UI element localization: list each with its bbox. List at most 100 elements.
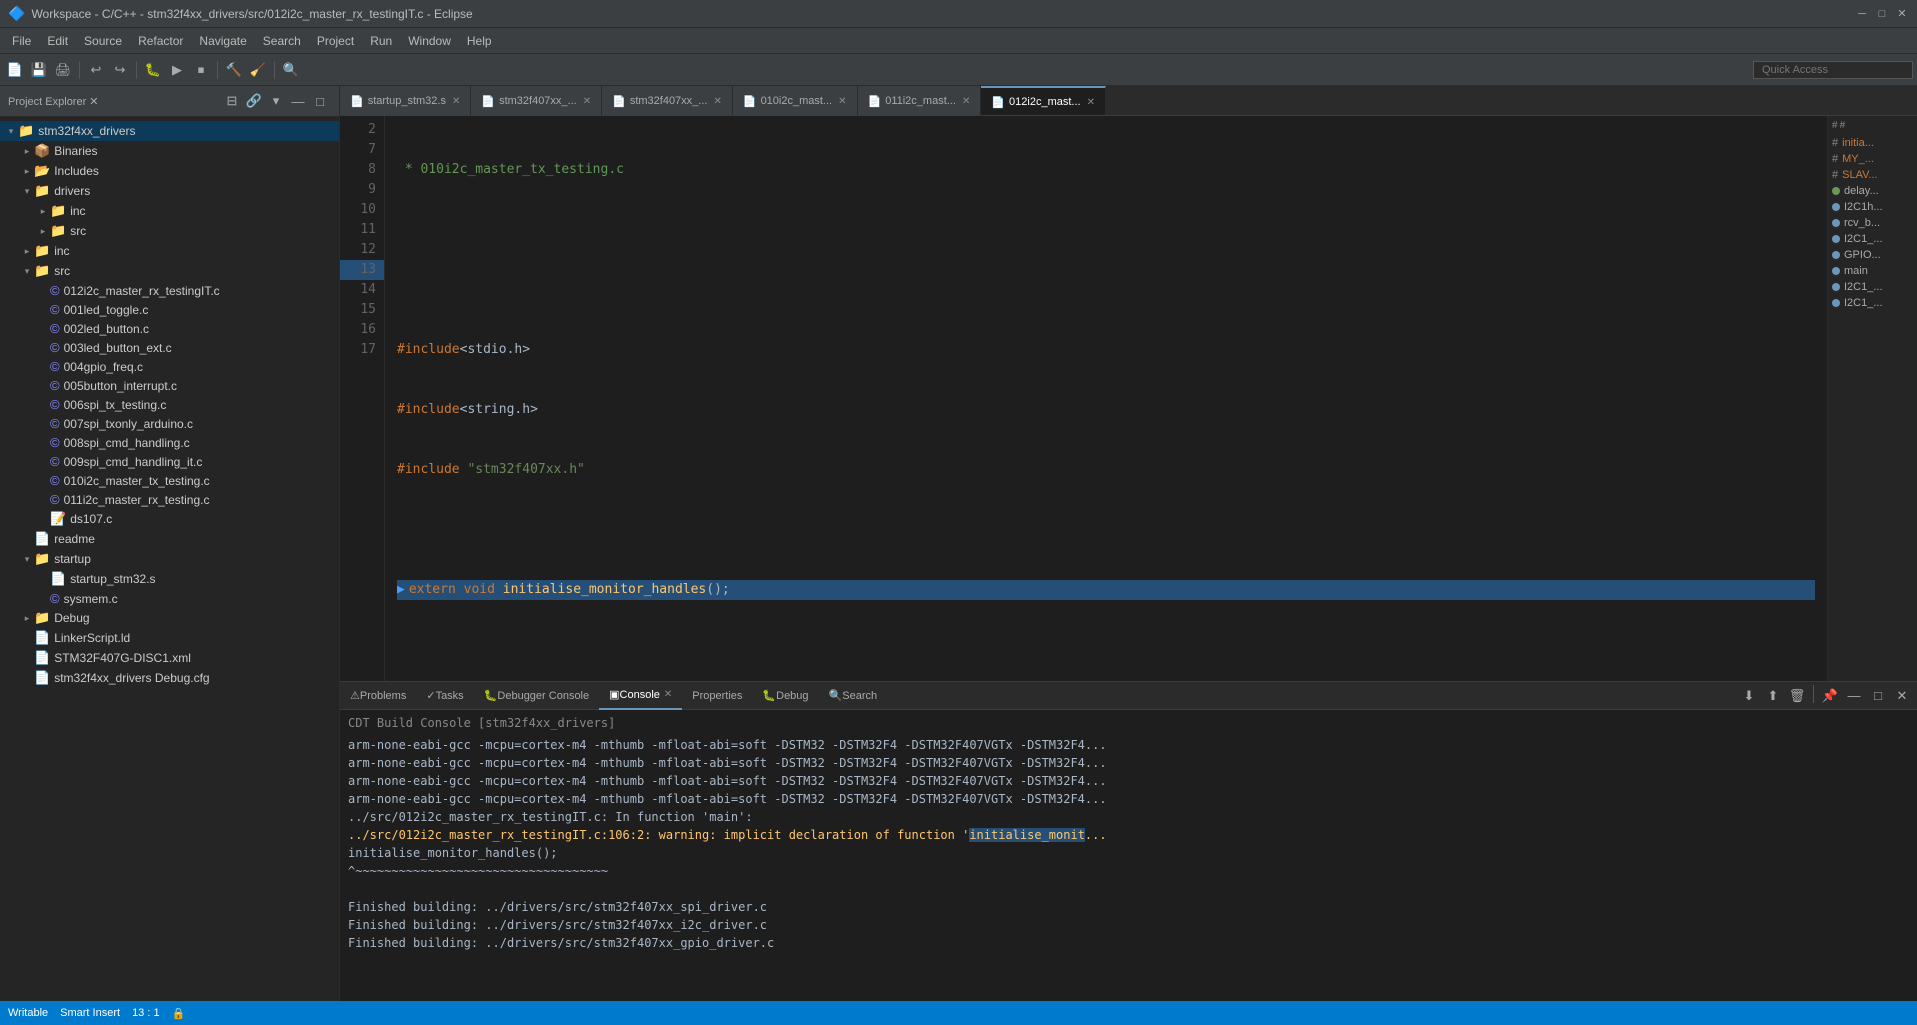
- tab-close-stm32h1[interactable]: ✕: [583, 96, 591, 107]
- tree-item-012i2c[interactable]: © 012i2c_master_rx_testingIT.c: [0, 281, 339, 300]
- tab-stm32h2[interactable]: 📄 stm32f407xx_... ✕: [602, 86, 733, 116]
- tab-close-010i2c[interactable]: ✕: [838, 96, 846, 107]
- menu-project[interactable]: Project: [309, 32, 362, 50]
- tree-item-009spi[interactable]: © 009spi_cmd_handling_it.c: [0, 452, 339, 471]
- menu-edit[interactable]: Edit: [39, 32, 76, 50]
- quick-access-input[interactable]: [1753, 61, 1913, 79]
- tree-item-inc-drivers[interactable]: ▸ 📁 inc: [0, 201, 339, 221]
- tab-startup[interactable]: 📄 startup_stm32.s ✕: [340, 86, 471, 116]
- tab-debugger-console[interactable]: 🐛 Debugger Console: [474, 682, 599, 710]
- menu-help[interactable]: Help: [459, 32, 500, 50]
- tab-problems[interactable]: ⚠ Problems: [340, 682, 416, 710]
- tree-item-003led[interactable]: © 003led_button_ext.c: [0, 338, 339, 357]
- tree-item-binaries[interactable]: ▸ 📦 Binaries: [0, 141, 339, 161]
- tree-item-src-drivers[interactable]: ▸ 📁 src: [0, 221, 339, 241]
- sidebar-menu-button[interactable]: ▾: [265, 90, 287, 112]
- outline-item-delay[interactable]: delay...: [1832, 183, 1913, 199]
- tree-item-stm32disc[interactable]: 📄 STM32F407G-DISC1.xml: [0, 648, 339, 668]
- outline-item-i2c1c[interactable]: I2C1_...: [1832, 295, 1913, 311]
- print-button[interactable]: 🖨: [52, 59, 74, 81]
- tree-item-001led[interactable]: © 001led_toggle.c: [0, 300, 339, 319]
- tab-close-startup[interactable]: ✕: [452, 96, 460, 107]
- run-button[interactable]: ▶: [166, 59, 188, 81]
- console-max[interactable]: □: [1867, 685, 1889, 707]
- code-editor[interactable]: 2 7 8 9 10 11 12 13 14 15 16 17 * 010i2c…: [340, 116, 1827, 681]
- outline-item-my[interactable]: # MY_...: [1832, 151, 1913, 167]
- close-button[interactable]: ✕: [1895, 7, 1909, 21]
- tab-tasks[interactable]: ✓ Tasks: [416, 682, 473, 710]
- tab-010i2c[interactable]: 📄 010i2c_mast... ✕: [733, 86, 858, 116]
- menu-run[interactable]: Run: [362, 32, 400, 50]
- new-button[interactable]: 📄: [4, 59, 26, 81]
- sidebar-link-button[interactable]: 🔗: [243, 90, 265, 112]
- console-close[interactable]: ✕: [1891, 685, 1913, 707]
- tree-item-005btn[interactable]: © 005button_interrupt.c: [0, 376, 339, 395]
- redo-button[interactable]: ↪: [109, 59, 131, 81]
- menu-file[interactable]: File: [4, 32, 39, 50]
- menu-search[interactable]: Search: [255, 32, 309, 50]
- search-toolbar-button[interactable]: 🔍: [280, 59, 302, 81]
- code-content[interactable]: * 010i2c_master_tx_testing.c #include<st…: [385, 116, 1827, 681]
- tree-item-004gpio[interactable]: © 004gpio_freq.c: [0, 357, 339, 376]
- tab-011i2c[interactable]: 📄 011i2c_mast... ✕: [858, 86, 982, 116]
- tab-close-console[interactable]: ✕: [664, 689, 672, 700]
- tree-item-ds107[interactable]: 📝 ds107.c: [0, 509, 339, 529]
- outline-item-main[interactable]: main: [1832, 263, 1913, 279]
- console-scroll-down[interactable]: ⬇: [1738, 685, 1760, 707]
- tab-debug[interactable]: 🐛 Debug: [752, 682, 818, 710]
- menu-navigate[interactable]: Navigate: [191, 32, 254, 50]
- tab-close-011i2c[interactable]: ✕: [962, 96, 970, 107]
- tab-console[interactable]: ▣ Console ✕: [599, 682, 682, 710]
- menu-source[interactable]: Source: [76, 32, 130, 50]
- tree-item-startup-s[interactable]: 📄 startup_stm32.s: [0, 569, 339, 589]
- tree-item-sysmem[interactable]: © sysmem.c: [0, 589, 339, 608]
- tree-item-readme[interactable]: 📄 readme: [0, 529, 339, 549]
- tree-item-007spi[interactable]: © 007spi_txonly_arduino.c: [0, 414, 339, 433]
- tab-stm32h1[interactable]: 📄 stm32f407xx_... ✕: [471, 86, 602, 116]
- tab-close-stm32h2[interactable]: ✕: [713, 96, 721, 107]
- console-pin[interactable]: 📌: [1819, 685, 1841, 707]
- tree-item-debug[interactable]: ▸ 📁 Debug: [0, 608, 339, 628]
- tree-item-011i2c[interactable]: © 011i2c_master_rx_testing.c: [0, 490, 339, 509]
- outline-item-i2c1[interactable]: I2C1_...: [1832, 231, 1913, 247]
- outline-item-i2c1b[interactable]: I2C1_...: [1832, 279, 1913, 295]
- tree-item-includes[interactable]: ▸ 📂 Includes: [0, 161, 339, 181]
- tree-item-drivers[interactable]: ▾ 📁 drivers: [0, 181, 339, 201]
- tree-item-006spi[interactable]: © 006spi_tx_testing.c: [0, 395, 339, 414]
- tree-item-010i2c[interactable]: © 010i2c_master_tx_testing.c: [0, 471, 339, 490]
- outline-item-i2c1h[interactable]: I2C1h...: [1832, 199, 1913, 215]
- tab-properties[interactable]: Properties: [682, 682, 752, 710]
- minimize-button[interactable]: ─: [1855, 7, 1869, 21]
- maximize-button[interactable]: □: [1875, 7, 1889, 21]
- save-button[interactable]: 💾: [28, 59, 50, 81]
- tab-label-properties: Properties: [692, 690, 742, 702]
- tree-item-startup[interactable]: ▾ 📁 startup: [0, 549, 339, 569]
- debug-button[interactable]: 🐛: [142, 59, 164, 81]
- tree-item-stm32cfg[interactable]: 📄 stm32f4xx_drivers Debug.cfg: [0, 668, 339, 688]
- tree-item-inc[interactable]: ▸ 📁 inc: [0, 241, 339, 261]
- tree-item-src[interactable]: ▾ 📁 src: [0, 261, 339, 281]
- console-clear[interactable]: 🗑: [1786, 685, 1808, 707]
- menu-window[interactable]: Window: [400, 32, 459, 50]
- tab-012i2c[interactable]: 📄 012i2c_mast... ✕: [981, 86, 1106, 116]
- tab-close-012i2c[interactable]: ✕: [1087, 97, 1095, 108]
- console-scroll-up[interactable]: ⬆: [1762, 685, 1784, 707]
- outline-item-gpio[interactable]: GPIO...: [1832, 247, 1913, 263]
- outline-item-slav[interactable]: # SLAV...: [1832, 167, 1913, 183]
- tree-item-linker[interactable]: 📄 LinkerScript.ld: [0, 628, 339, 648]
- sidebar-max-button[interactable]: □: [309, 90, 331, 112]
- tree-item-002led[interactable]: © 002led_button.c: [0, 319, 339, 338]
- sidebar-min-button[interactable]: —: [287, 90, 309, 112]
- undo-button[interactable]: ↩: [85, 59, 107, 81]
- console-min[interactable]: —: [1843, 685, 1865, 707]
- stop-button[interactable]: ⏹: [190, 59, 212, 81]
- clean-button[interactable]: 🧹: [247, 59, 269, 81]
- tree-item-008spi[interactable]: © 008spi_cmd_handling.c: [0, 433, 339, 452]
- tab-search[interactable]: 🔍 Search: [819, 682, 888, 710]
- outline-item-initia[interactable]: # initia...: [1832, 135, 1913, 151]
- sidebar-collapse-button[interactable]: ⊟: [221, 90, 243, 112]
- build-button[interactable]: 🔨: [223, 59, 245, 81]
- outline-item-rcvb[interactable]: rcv_b...: [1832, 215, 1913, 231]
- menu-refactor[interactable]: Refactor: [130, 32, 191, 50]
- tree-item-stm32[interactable]: ▾ 📁 stm32f4xx_drivers: [0, 121, 339, 141]
